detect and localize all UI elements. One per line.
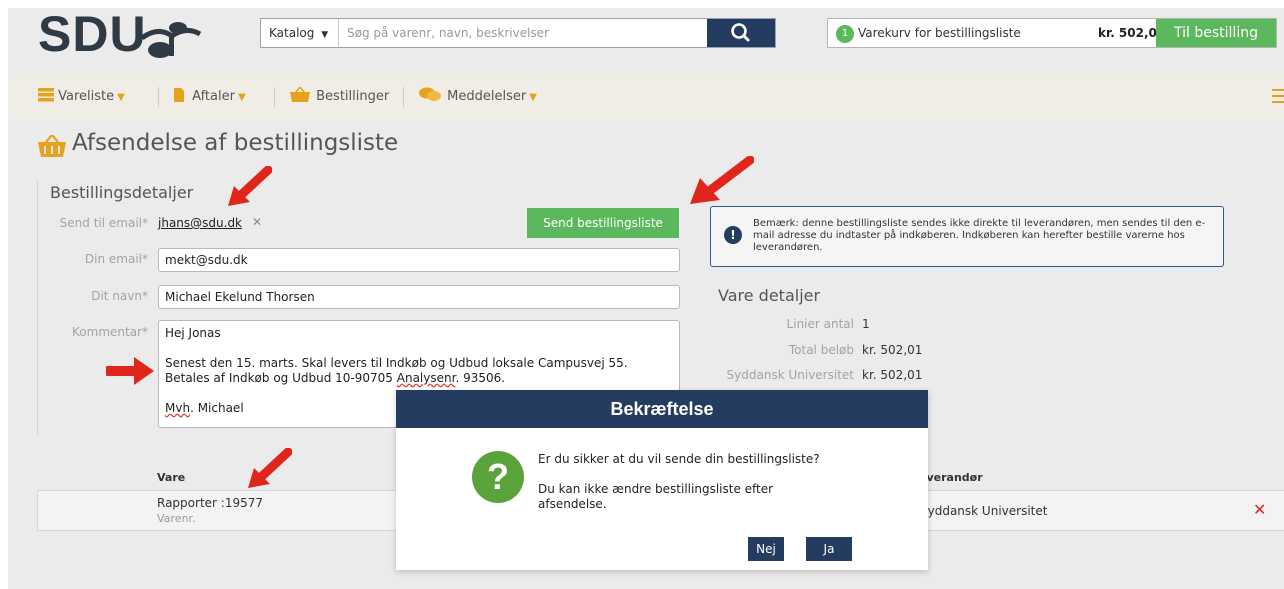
annotation-arrow-icon xyxy=(690,156,754,204)
nav-item-bestillinger[interactable]: Bestillinger xyxy=(290,73,389,120)
search-bar: Katalog ▼ xyxy=(260,18,776,48)
nav-item-vareliste[interactable]: Vareliste ▼ xyxy=(38,73,125,121)
remove-recipient-icon[interactable]: ✕ xyxy=(252,215,262,229)
item-name: Rapporter :19577 xyxy=(157,496,263,510)
app-shell: SDU Katalog ▼ 1 Varekurv for bestillings… xyxy=(8,8,1284,589)
nav-label-vareliste: Vareliste xyxy=(58,89,115,104)
send-order-list-button[interactable]: Send bestillingsliste xyxy=(527,208,679,238)
info-notice: ! Bemærk: denne bestillingsliste sendes … xyxy=(710,206,1224,267)
info-icon: ! xyxy=(724,226,742,244)
total-amount-value: kr. 502,01 xyxy=(862,343,923,357)
basket-icon xyxy=(290,85,310,102)
svg-text:?: ? xyxy=(487,456,509,497)
your-name-label: Dit navn* xyxy=(91,289,148,303)
item-details-title: Vare detaljer xyxy=(718,286,821,305)
yes-button[interactable]: Ja xyxy=(806,537,852,561)
logo-tree-icon xyxy=(140,22,202,58)
question-mark-icon: ? xyxy=(472,451,524,503)
column-header-item: Vare xyxy=(157,471,186,484)
page: SDU Katalog ▼ 1 Varekurv for bestillings… xyxy=(0,0,1284,589)
annotation-arrow-icon xyxy=(228,166,272,206)
annotation-arrow-icon xyxy=(106,357,154,385)
cart-count-badge: 1 xyxy=(836,25,854,43)
chevron-down-icon: ▼ xyxy=(117,92,125,103)
line-count-label: Linier antal xyxy=(786,317,854,331)
comment-line: Hej Jonas xyxy=(165,326,221,340)
total-amount-label: Total beløb xyxy=(788,343,854,357)
nav-divider xyxy=(158,87,159,107)
dialog-question: Er du sikker at du vil sende din bestill… xyxy=(538,452,820,466)
nav-label-aftaler: Aftaler xyxy=(192,89,235,104)
comment-label: Kommentar* xyxy=(72,325,148,339)
section-title-order-details: Bestillingsdetaljer xyxy=(50,183,194,202)
document-icon xyxy=(174,88,184,102)
cart-summary[interactable]: 1 Varekurv for bestillingsliste kr. 502,… xyxy=(827,18,1277,48)
basket-icon xyxy=(38,135,66,157)
notice-text: Bemærk: denne bestillingsliste sendes ik… xyxy=(753,218,1206,253)
your-name-field[interactable]: Michael Ekelund Thorsen xyxy=(158,285,680,309)
annotation-arrow-icon xyxy=(248,448,292,488)
confirmation-dialog: Bekræftelse ? Er du sikker at du vil sen… xyxy=(396,390,928,570)
menu-icon[interactable] xyxy=(1272,89,1284,103)
item-number-label: Varenr. xyxy=(157,512,196,525)
delete-row-icon[interactable]: ✕ xyxy=(1253,500,1266,519)
catalog-label: Katalog xyxy=(269,26,315,40)
comment-line: Senest den 15. marts. Skal levers til In… xyxy=(165,356,628,370)
cart-label: Varekurv for bestillingsliste xyxy=(858,26,1021,40)
no-button[interactable]: Nej xyxy=(748,537,784,561)
checkout-button[interactable]: Til bestilling xyxy=(1156,19,1276,47)
item-supplier: Syddansk Universitet xyxy=(920,504,1048,518)
search-input[interactable] xyxy=(341,19,701,47)
catalog-dropdown[interactable]: Katalog ▼ xyxy=(261,19,339,47)
dialog-note: Du kan ikke ændre bestillingsliste efter… xyxy=(538,482,774,511)
list-icon xyxy=(38,88,54,102)
chevron-down-icon: ▼ xyxy=(321,30,329,40)
your-email-label: Din email* xyxy=(84,252,148,266)
nav-divider xyxy=(274,87,275,107)
supplier-total-label: Syddansk Universitet xyxy=(726,368,854,382)
chat-bubbles-icon xyxy=(419,87,441,101)
chevron-down-icon: ▼ xyxy=(529,92,537,103)
recipient-email-chip[interactable]: jhans@sdu.dk xyxy=(158,216,242,230)
chevron-down-icon: ▼ xyxy=(237,92,246,103)
nav-item-aftaler[interactable]: Aftaler ▼ xyxy=(174,73,246,121)
nav-divider xyxy=(403,87,404,107)
search-button[interactable] xyxy=(707,19,775,47)
supplier-total-value: kr. 502,01 xyxy=(862,368,923,382)
your-email-field[interactable]: mekt@sdu.dk xyxy=(158,248,680,272)
nav-item-meddelelser[interactable]: Meddelelser ▼ xyxy=(419,73,537,121)
page-title: Afsendelse af bestillingsliste xyxy=(72,130,399,156)
send-to-email-label: Send til email* xyxy=(59,216,148,230)
nav-label-meddelelser: Meddelelser xyxy=(447,89,527,104)
nav-label-bestillinger: Bestillinger xyxy=(316,89,390,104)
line-count-value: 1 xyxy=(862,317,870,331)
dialog-title: Bekræftelse xyxy=(396,390,928,428)
comment-line: Betales af Indkøb og Udbud 10-90705 Anal… xyxy=(165,371,506,385)
sdu-logo[interactable]: SDU xyxy=(38,8,147,60)
search-icon xyxy=(731,23,750,42)
main-nav: Vareliste ▼ Aftaler ▼ Bestillinger Meddele… xyxy=(8,73,1284,120)
